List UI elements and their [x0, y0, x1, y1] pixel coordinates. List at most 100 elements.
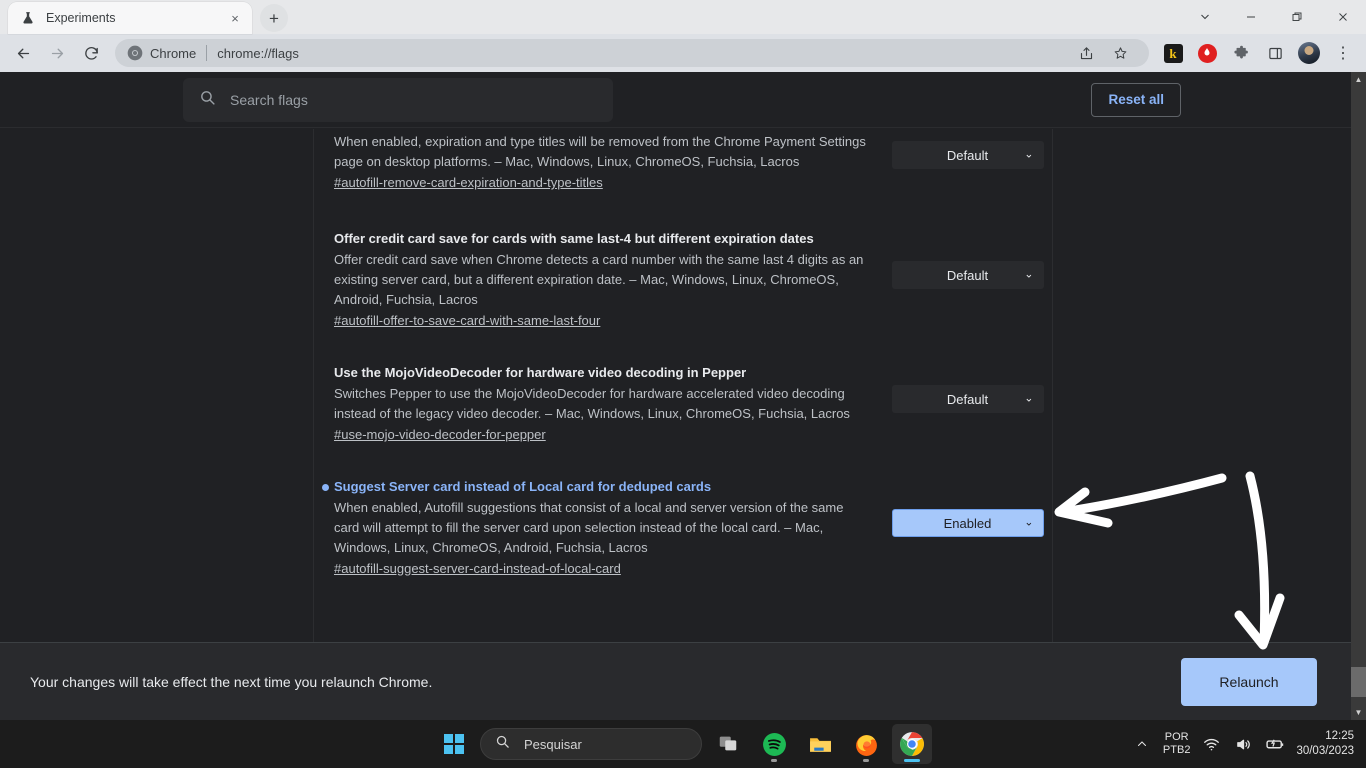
flag-state-value: Enabled: [943, 515, 992, 531]
omnibox-url: chrome://flags: [217, 45, 299, 61]
omnibox-separator: [206, 45, 208, 61]
taskbar-search-placeholder: Pesquisar: [524, 736, 582, 752]
clock-date: 30/03/2023: [1296, 745, 1354, 757]
omnibox-actions: [1069, 39, 1137, 67]
flag-state-value: Default: [946, 391, 989, 407]
flag-state-select-enabled[interactable]: Enabled ⌄: [891, 509, 1044, 537]
flag-title-text: Suggest Server card instead of Local car…: [334, 479, 712, 494]
tab-strip: Experiments × +: [0, 0, 1366, 34]
chevron-down-icon: ⌄: [1024, 268, 1034, 281]
flag-select-wrap: Enabled ⌄: [879, 467, 1052, 579]
profile-avatar: [1298, 42, 1320, 64]
restore-icon[interactable]: [1274, 0, 1320, 34]
shield-glyph: [1197, 43, 1217, 63]
flag-description: Offer credit card save when Chrome detec…: [334, 252, 864, 307]
volume-icon[interactable]: [1232, 733, 1254, 755]
browser-toolbar: Chrome chrome://flags k ⋮: [0, 34, 1366, 72]
flag-link[interactable]: #use-mojo-video-decoder-for-pepper: [334, 425, 546, 445]
omnibox-chip-label: Chrome: [150, 45, 197, 61]
tray-overflow-icon[interactable]: [1131, 733, 1153, 755]
flag-description: Switches Pepper to use the MojoVideoDeco…: [334, 386, 850, 421]
forward-icon[interactable]: [43, 39, 71, 67]
back-icon[interactable]: [9, 39, 37, 67]
chrome-icon[interactable]: [892, 724, 932, 764]
reload-icon[interactable]: [77, 39, 105, 67]
scroll-up-icon[interactable]: ▲: [1351, 72, 1366, 87]
keyboard-layout-indicator[interactable]: POR PTB2: [1163, 731, 1191, 757]
scrollbar-thumb[interactable]: [1351, 667, 1366, 697]
taskbar-search-input[interactable]: Pesquisar: [480, 728, 702, 760]
flag-link[interactable]: #autofill-remove-card-expiration-and-typ…: [334, 173, 603, 193]
system-tray: POR PTB2 12:25 30/03/2023: [1131, 729, 1358, 759]
windows-start-icon[interactable]: [434, 724, 474, 764]
avatar[interactable]: [1295, 39, 1323, 67]
flag-state-select[interactable]: Default ⌄: [891, 385, 1044, 413]
clock[interactable]: 12:25 30/03/2023: [1296, 729, 1358, 759]
flag-text: Suggest Server card instead of Local car…: [322, 467, 879, 579]
search-input[interactable]: Search flags: [183, 77, 613, 122]
minimize-icon[interactable]: [1228, 0, 1274, 34]
browser-tab-experiments[interactable]: Experiments ×: [8, 2, 252, 34]
firefox-icon[interactable]: [846, 724, 886, 764]
scroll-down-icon[interactable]: ▼: [1351, 705, 1366, 720]
flag-state-value: Default: [946, 147, 989, 163]
relaunch-button[interactable]: Relaunch: [1181, 657, 1317, 706]
keyboard-variant: PTB2: [1162, 744, 1191, 756]
chevron-down-icon: ⌄: [1024, 392, 1034, 405]
extension-k-icon[interactable]: k: [1159, 39, 1187, 67]
address-bar[interactable]: Chrome chrome://flags: [115, 39, 1149, 67]
file-explorer-icon[interactable]: [800, 724, 840, 764]
flask-icon: [20, 10, 36, 26]
app-running-indicator: [771, 759, 777, 762]
scrollbar-track[interactable]: [1351, 87, 1366, 705]
battery-icon[interactable]: [1264, 733, 1286, 755]
flags-header: Search flags Reset all: [0, 72, 1366, 128]
new-tab-button[interactable]: +: [260, 4, 288, 32]
close-window-icon[interactable]: [1320, 0, 1366, 34]
chevron-down-icon: ⌄: [1024, 516, 1034, 529]
flag-row-modified: Suggest Server card instead of Local car…: [314, 467, 1052, 579]
browser-menu-icon[interactable]: ⋮: [1329, 39, 1357, 67]
star-icon[interactable]: [1106, 39, 1134, 67]
clock-time: 12:25: [1325, 730, 1354, 742]
search-placeholder: Search flags: [230, 91, 308, 108]
close-icon[interactable]: ×: [226, 9, 244, 27]
flag-title: Offer credit card save for cards with sa…: [334, 231, 814, 246]
shield-icon[interactable]: [1193, 39, 1221, 67]
flag-text: Use the MojoVideoDecoder for hardware vi…: [334, 353, 879, 445]
side-panel-icon[interactable]: [1261, 39, 1289, 67]
spotify-icon[interactable]: [754, 724, 794, 764]
keyboard-lang: POR: [1164, 731, 1189, 743]
tab-search-icon[interactable]: [1182, 0, 1228, 34]
flag-title: Use the MojoVideoDecoder for hardware vi…: [334, 365, 747, 380]
extension-k-badge: k: [1163, 43, 1183, 63]
flag-state-select[interactable]: Default ⌄: [891, 141, 1044, 169]
flags-header-inner: Search flags Reset all: [163, 77, 1203, 122]
page-scrollbar[interactable]: ▲ ▼: [1351, 72, 1366, 720]
flags-body: When enabled, expiration and type titles…: [0, 129, 1366, 720]
tab-title: Experiments: [46, 11, 116, 25]
chevron-down-icon: ⌄: [1024, 148, 1034, 161]
flag-row: Use the MojoVideoDecoder for hardware vi…: [314, 353, 1052, 445]
task-view-icon[interactable]: [708, 724, 748, 764]
app-active-indicator: [904, 759, 920, 762]
window-controls: [1182, 0, 1366, 34]
flag-row: When enabled, expiration and type titles…: [314, 129, 1052, 193]
wifi-icon[interactable]: [1200, 733, 1222, 755]
flag-link[interactable]: #autofill-suggest-server-card-instead-of…: [334, 559, 621, 579]
flag-text: When enabled, expiration and type titles…: [334, 129, 879, 193]
relaunch-bar: Your changes will take effect the next t…: [0, 642, 1351, 720]
relaunch-note: Your changes will take effect the next t…: [30, 673, 433, 690]
flag-description: When enabled, expiration and type titles…: [334, 134, 866, 169]
reset-all-button[interactable]: Reset all: [1091, 82, 1181, 117]
puzzle-icon[interactable]: [1227, 39, 1255, 67]
flag-text: Offer credit card save for cards with sa…: [334, 219, 879, 331]
windows-taskbar: Pesquisar POR PTB2 12:25 30/03/2023: [0, 720, 1366, 768]
app-running-indicator: [863, 759, 869, 762]
search-icon: [199, 89, 216, 111]
flag-row: Offer credit card save for cards with sa…: [314, 219, 1052, 331]
flag-link[interactable]: #autofill-offer-to-save-card-with-same-l…: [334, 311, 600, 331]
share-icon[interactable]: [1072, 39, 1100, 67]
chrome-icon: [127, 45, 143, 61]
flag-state-select[interactable]: Default ⌄: [891, 261, 1044, 289]
